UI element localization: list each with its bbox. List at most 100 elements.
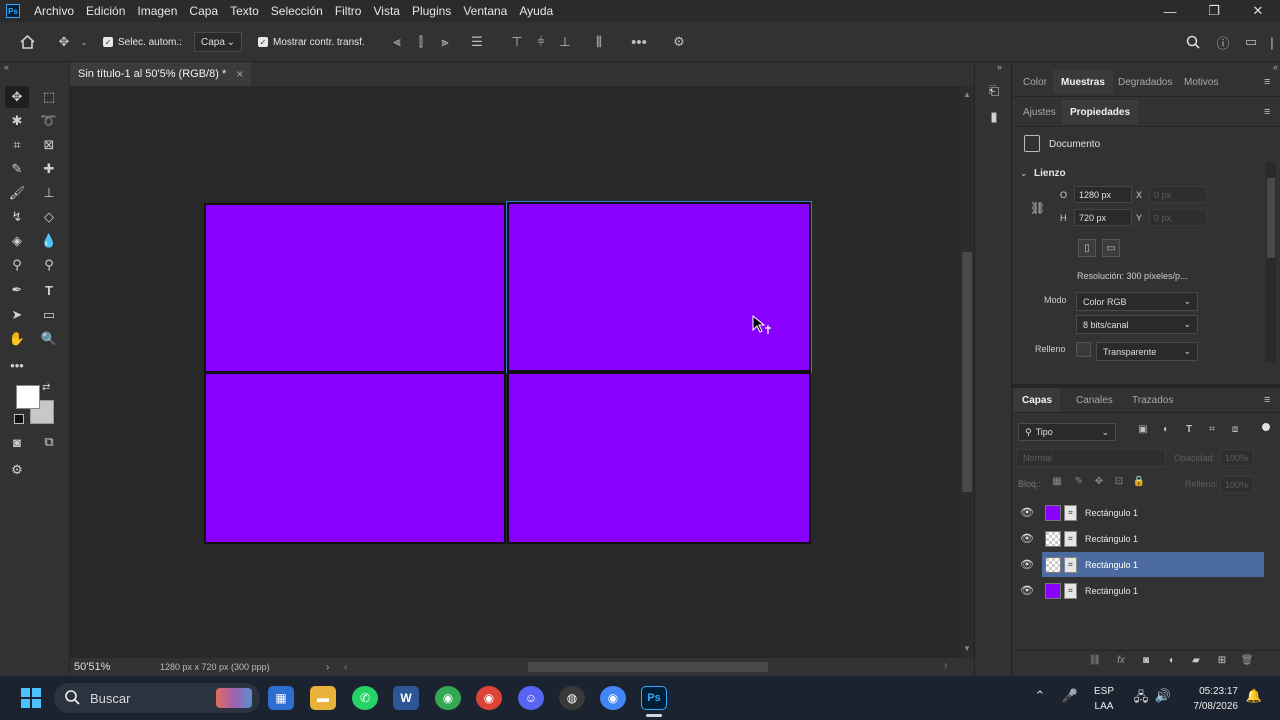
menu-archivo[interactable]: Archivo [28,0,80,22]
align-right-icon[interactable]: ⫸ [436,22,454,62]
collapse-arrows-icon[interactable]: « [4,62,9,72]
minimize-icon[interactable]: — [1148,0,1192,22]
comments-panel-icon[interactable]: ▮ [982,106,1006,128]
portrait-orientation-icon[interactable]: ▯ [1078,239,1096,257]
eyedropper-tool-icon[interactable]: ✎ [5,158,29,180]
more-options-icon[interactable]: ••• [628,22,650,62]
lock-artboard-icon[interactable]: ⊡ [1112,476,1126,487]
rectangle-shape-selected[interactable] [507,202,811,372]
restore-icon[interactable]: ❐ [1192,0,1236,22]
align-top-icon[interactable]: ⊤ [508,22,526,62]
menu-texto[interactable]: Texto [224,0,265,22]
blend-mode-dropdown[interactable]: Normal [1016,449,1166,467]
scroll-down-icon[interactable]: ▼ [963,644,971,653]
lasso-tool-icon[interactable]: ➰ [37,110,61,132]
eye-icon[interactable]: 👁 [1016,526,1038,551]
clone-stamp-tool-icon[interactable]: ⊥ [37,182,61,204]
fill-field[interactable]: 100% [1220,476,1254,493]
filter-adjustment-icon[interactable]: ◐ [1159,424,1173,435]
document-tab[interactable]: Sin título-1 al 50'5% (RGB/8) * × [70,62,252,86]
close-tab-icon[interactable]: × [236,67,243,81]
lock-image-icon[interactable]: ✎ [1072,476,1086,487]
whatsapp-app-icon[interactable]: ✆ [352,686,378,710]
rectangle-shape[interactable] [204,203,506,373]
tab-muestras[interactable]: Muestras [1053,70,1113,94]
y-field[interactable]: 0 px [1149,209,1207,226]
panel-menu-icon[interactable]: ≡ [1264,76,1270,88]
menu-ventana[interactable]: Ventana [457,0,513,22]
eye-icon[interactable]: 👁 [1016,552,1038,577]
eye-icon[interactable]: 👁 [1016,578,1038,603]
rectangle-shape[interactable] [507,372,811,544]
vertical-scrollbar[interactable]: ▲ ▼ [960,86,974,658]
opacity-field[interactable]: 100% [1220,449,1254,466]
clock[interactable]: 05:23:17 7/08/2026 [1186,684,1239,714]
blur-tool-icon[interactable]: 💧 [37,230,61,252]
chrome-app-icon[interactable]: ◉ [435,686,461,710]
add-mask-icon[interactable]: ◙ [1139,655,1153,666]
menu-ayuda[interactable]: Ayuda [513,0,559,22]
menu-imagen[interactable]: Imagen [131,0,183,22]
chevron-right-icon[interactable]: › [326,662,344,673]
align-bottom-icon[interactable]: ⊥ [556,22,574,62]
layer-row[interactable]: ⌗ Rectángulo 1 [1042,526,1264,551]
sponge-tool-icon[interactable]: ⚲ [37,254,61,276]
gear-icon[interactable]: ⚙ [669,22,689,62]
color-mode-dropdown[interactable]: Color RGB ⌄ [1076,292,1198,311]
scroll-right-icon[interactable]: › [944,660,947,671]
word-app-icon[interactable]: W [393,686,419,710]
photoshop-app-icon[interactable]: Ps [641,686,667,710]
filter-type-icon[interactable]: T [1182,424,1196,435]
new-group-icon[interactable]: ▰ [1189,655,1203,666]
menu-vista[interactable]: Vista [367,0,405,22]
tab-color[interactable]: Color [1015,70,1055,94]
more-tools-icon[interactable]: ••• [5,354,29,376]
chrome-app-icon-3[interactable]: ◉ [600,686,626,710]
chevron-down-icon[interactable]: ⌄ [78,22,90,62]
pen-tool-icon[interactable]: ✒ [5,279,29,301]
layer-filter-dropdown[interactable]: ⚲ Tipo ⌄ [1018,423,1116,441]
scrollbar-thumb[interactable] [962,252,972,492]
windows-start-icon[interactable] [20,687,42,709]
screen-mode-icon[interactable]: ⧉ [37,431,61,453]
tab-capas[interactable]: Capas [1014,388,1061,412]
fill-color-swatch[interactable] [1076,342,1091,357]
filter-shape-icon[interactable]: ⌗ [1205,424,1219,435]
show-transform-checkbox[interactable]: ✓ Mostrar contr. transf. [258,22,365,62]
help-icon[interactable]: ⓘ [1212,22,1234,62]
file-explorer-app-icon[interactable]: ▬ [310,686,336,710]
chevron-up-icon[interactable]: ⌃ [1032,688,1048,704]
align-left-icon[interactable]: ⫷ [388,22,406,62]
x-field[interactable]: 0 px [1149,186,1207,203]
taskbar-search-box[interactable]: Buscar [54,683,260,713]
chrome-app-icon-2[interactable]: ◉ [476,686,502,710]
history-panel-icon[interactable]: ⎗ [982,80,1006,102]
menu-edicion[interactable]: Edición [80,0,131,22]
obs-app-icon[interactable]: ◍ [559,686,585,710]
zoom-level[interactable]: 50'51% [74,661,160,673]
auto-select-checkbox[interactable]: ✓ Selec. autom.: [103,22,182,62]
tab-ajustes[interactable]: Ajustes [1015,100,1064,124]
auto-select-target-dropdown[interactable]: Capa ⌄ [194,32,242,52]
filter-smart-object-icon[interactable]: ⧈ [1228,424,1242,435]
menu-plugins[interactable]: Plugins [406,0,457,22]
layer-row[interactable]: ⌗ Rectángulo 1 [1042,500,1264,525]
close-icon[interactable]: ✕ [1236,0,1280,22]
dodge-tool-icon[interactable]: ⚲ [5,254,29,276]
discord-app-icon[interactable]: ☺ [518,686,544,710]
distribute-vertical-icon[interactable]: ☰ [468,22,486,62]
link-layers-icon[interactable]: ⛓ [1088,655,1102,666]
volume-icon[interactable]: 🔊 [1154,688,1172,704]
canvas-area[interactable] [70,86,960,658]
new-layer-icon[interactable]: ⊞ [1215,655,1229,666]
landscape-orientation-icon[interactable]: ▭ [1102,239,1120,257]
rectangle-shape[interactable] [204,372,506,544]
menu-seleccion[interactable]: Selección [265,0,329,22]
microphone-icon[interactable]: 🎤 [1062,688,1078,704]
zoom-tool-icon[interactable]: 🔍 [37,328,61,350]
canvas-width-field[interactable]: 1280 px [1074,186,1132,203]
bit-depth-dropdown[interactable]: 8 bits/canal ⌄ [1076,315,1198,334]
tab-propiedades[interactable]: Propiedades [1062,100,1139,124]
scroll-left-icon[interactable]: ‹ [344,662,358,673]
canvas-height-field[interactable]: 720 px [1074,209,1132,226]
